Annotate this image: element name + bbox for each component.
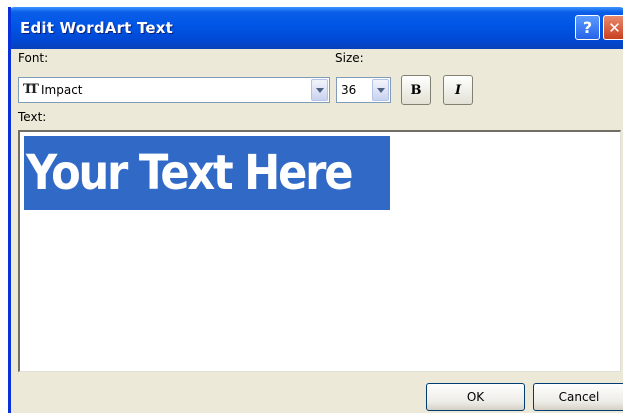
cancel-button[interactable]: Cancel	[533, 383, 623, 411]
size-value: 36	[341, 83, 357, 97]
italic-icon: I	[454, 82, 462, 98]
ok-button[interactable]: OK	[426, 383, 525, 411]
close-button[interactable]: ✕	[603, 15, 623, 40]
size-label: Size:	[335, 51, 364, 65]
font-dropdown[interactable]: TT Impact	[18, 77, 330, 103]
font-label: Font:	[18, 51, 49, 65]
font-value: Impact	[41, 83, 83, 97]
help-icon: ?	[582, 18, 593, 37]
size-dropdown[interactable]: 36	[336, 77, 391, 103]
text-value: Your Text Here	[26, 145, 353, 201]
chevron-down-icon[interactable]	[311, 79, 328, 101]
chevron-down-icon[interactable]	[372, 79, 389, 101]
italic-button[interactable]: I	[443, 75, 473, 105]
text-label: Text:	[18, 110, 47, 124]
bold-button[interactable]: B	[401, 75, 431, 105]
selected-text[interactable]: Your Text Here	[24, 136, 391, 210]
edit-wordart-dialog: Edit WordArt Text ? ✕ Font: Size: TT Imp…	[8, 7, 623, 413]
bold-icon: B	[410, 82, 422, 98]
text-input[interactable]: Your Text Here	[18, 130, 621, 372]
close-icon: ✕	[608, 18, 621, 37]
title-bar[interactable]: Edit WordArt Text ? ✕	[11, 7, 623, 49]
help-button[interactable]: ?	[575, 15, 600, 40]
window-title: Edit WordArt Text	[20, 19, 174, 37]
truetype-icon: TT	[23, 82, 39, 97]
